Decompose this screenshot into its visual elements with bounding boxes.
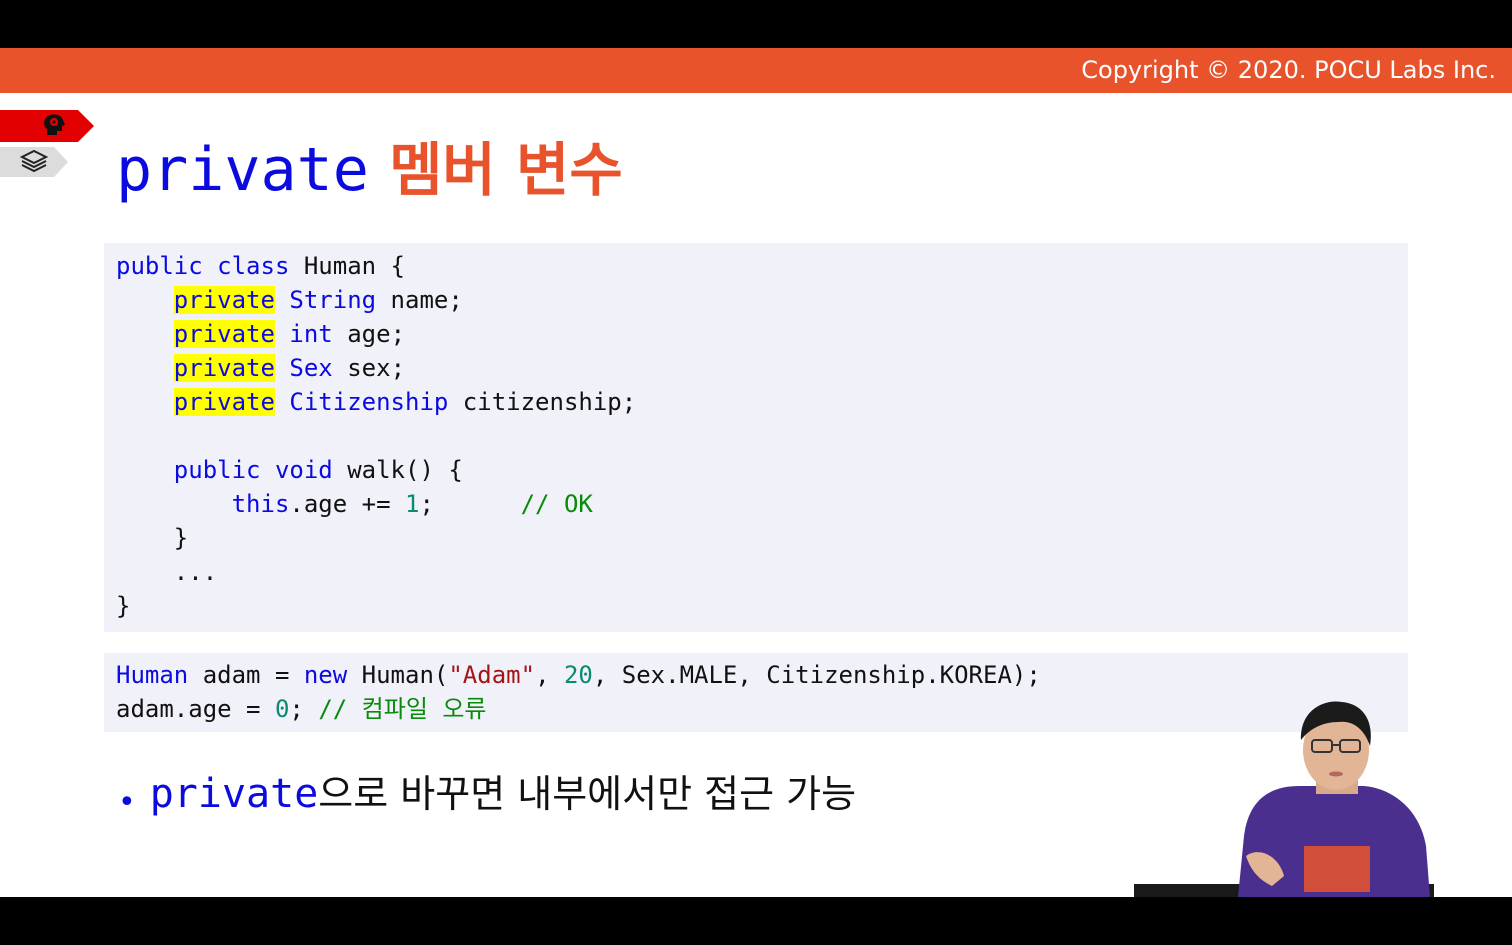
header-bar: Copyright © 2020. POCU Labs Inc.	[0, 48, 1512, 93]
code-line: }	[116, 524, 189, 552]
layers-badge	[0, 147, 68, 177]
bullet-text: 으로 바꾸면 내부에서만 접근 가능	[318, 772, 857, 816]
bullet-point: • private으로 바꾸면 내부에서만 접근 가능	[118, 766, 856, 831]
title-text: 멤버 변수	[368, 136, 623, 204]
slide: Copyright © 2020. POCU Labs Inc. private…	[0, 48, 1512, 897]
highlighted-private-keyword: private	[173, 354, 275, 382]
video-letterbox-top	[0, 0, 1512, 48]
copyright-text: Copyright © 2020. POCU Labs Inc.	[1081, 56, 1496, 84]
code-keyword-public: public	[116, 252, 203, 280]
code-line: public void walk() {	[173, 456, 463, 484]
code-keyword-void: void	[274, 456, 333, 484]
code-keyword-this: this	[231, 490, 290, 518]
code-type: int	[289, 320, 333, 348]
code-keyword-public: public	[173, 456, 261, 484]
code-number: 1	[404, 490, 420, 518]
highlighted-private-keyword: private	[173, 286, 275, 314]
highlighted-private-keyword: private	[173, 320, 275, 348]
code-line: Human adam = new Human("Adam", 20, Sex.M…	[116, 661, 1041, 689]
code-string: "Adam"	[448, 661, 536, 689]
code-line: private Citizenship citizenship;	[173, 388, 637, 416]
video-letterbox-bottom	[0, 897, 1512, 945]
code-line: ...	[116, 558, 218, 586]
title-code-keyword: private	[116, 135, 369, 205]
code-comment-compile-error: // 컴파일 오류	[318, 695, 487, 723]
code-keyword-new: new	[303, 661, 348, 689]
code-number: 0	[274, 695, 290, 723]
bullet-code-keyword: private	[149, 771, 319, 817]
highlighted-private-keyword: private	[173, 388, 275, 416]
slide-title: private 멤버 변수	[116, 128, 623, 227]
code-keyword-class: class	[217, 252, 290, 280]
code-line: private String name;	[173, 286, 463, 314]
code-type: Citizenship	[289, 388, 449, 416]
layers-stack-icon	[19, 149, 49, 173]
code-number: 20	[563, 661, 593, 689]
presenter-video-overlay	[1134, 701, 1434, 897]
code-comment-ok: // OK	[520, 490, 593, 518]
code-block-class-definition: public class Human { private String name…	[104, 243, 1408, 632]
brain-head-icon	[44, 114, 65, 135]
code-line: }	[116, 592, 131, 620]
code-line: this.age += 1; // OK	[231, 490, 593, 518]
code-type: String	[289, 286, 377, 314]
brain-badge	[0, 110, 94, 142]
code-line: private int age;	[173, 320, 406, 348]
code-line: adam.age = 0; // 컴파일 오류	[116, 695, 487, 723]
code-line: public class Human {	[116, 252, 405, 280]
code-type: Sex	[289, 354, 333, 382]
code-type: Human	[116, 661, 189, 689]
code-line: private Sex sex;	[173, 354, 406, 382]
bullet-dot-icon: •	[118, 784, 136, 820]
